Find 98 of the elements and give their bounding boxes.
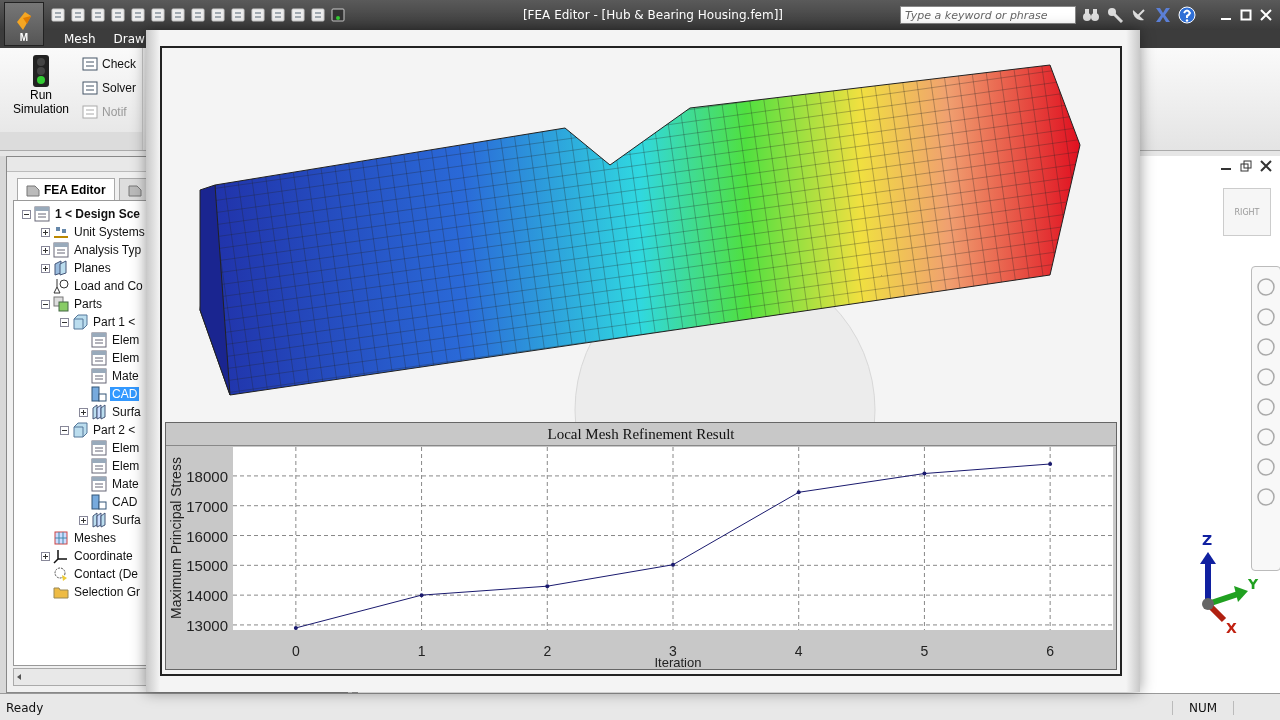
x-logo-icon[interactable] [1154, 7, 1172, 23]
panel-tab[interactable]: FEA Editor [17, 178, 115, 200]
data-point [293, 625, 298, 630]
folder-icon [53, 584, 69, 600]
data-point [796, 490, 801, 495]
axis-label: Y [1248, 576, 1259, 592]
x-tick-label: 2 [543, 643, 552, 659]
tree-item[interactable]: Elem [110, 441, 142, 455]
cad-icon [91, 494, 107, 510]
doc-icon [91, 332, 107, 348]
window-title: [FEA Editor - [Hub & Bearing Housing.fem]] [521, 8, 785, 22]
meshes-icon [53, 530, 69, 546]
tree-item[interactable]: Contact (De [72, 567, 141, 581]
x-tick-label: 1 [417, 643, 426, 659]
loads-icon [53, 278, 69, 294]
data-point [922, 471, 927, 476]
application-menu-button[interactable]: M [4, 2, 44, 46]
data-point [1048, 462, 1053, 466]
surfaces-icon [91, 404, 107, 420]
run-simulation-button[interactable]: Run Simulation [6, 52, 76, 128]
binoculars-icon[interactable] [1082, 7, 1100, 23]
satellite-dish-icon[interactable] [1130, 7, 1148, 23]
data-point [545, 584, 550, 589]
tree-item[interactable]: CAD [110, 495, 140, 509]
expand-toggle[interactable] [41, 245, 50, 255]
ribbon-button[interactable]: Check [82, 54, 136, 74]
tree-item[interactable]: Planes [72, 261, 113, 275]
tree-item[interactable]: Analysis Typ [72, 243, 144, 257]
coords-icon [53, 548, 69, 564]
tree-item[interactable]: Surfa [110, 513, 143, 527]
tree-item[interactable]: Coordinate [72, 549, 135, 563]
tree-item[interactable]: Mate [110, 369, 141, 383]
tree-item[interactable]: Elem [110, 351, 142, 365]
expand-toggle[interactable] [41, 551, 50, 561]
expand-toggle[interactable] [60, 425, 69, 435]
ribbon-tab[interactable]: Mesh [56, 30, 104, 48]
tree-item[interactable]: Part 1 < [91, 315, 138, 329]
chart-title: Local Mesh Refinement Result [166, 423, 1116, 446]
tab-icon [26, 182, 40, 197]
data-point [671, 562, 675, 567]
tree-item[interactable]: Part 2 < [91, 423, 138, 437]
contact-icon [53, 566, 69, 582]
tab-icon [127, 182, 142, 197]
y-tick-label: 14000 [186, 587, 228, 605]
tree-item[interactable]: Unit Systems [72, 225, 147, 239]
part-icon [72, 422, 88, 438]
maximize-icon[interactable] [1240, 9, 1252, 21]
tree-item[interactable]: Mate [110, 477, 141, 491]
expand-toggle[interactable] [79, 407, 88, 417]
search-field[interactable]: Type a keyword or phrase [900, 6, 1076, 24]
expand-toggle[interactable] [22, 209, 31, 219]
y-tick-label: 13000 [186, 616, 228, 634]
y-tick-label: 16000 [186, 527, 228, 545]
traffic-light-icon[interactable] [330, 7, 346, 23]
tree-item[interactable]: Meshes [72, 531, 119, 545]
x-tick-label: 6 [1046, 643, 1055, 659]
expand-toggle[interactable] [41, 263, 50, 273]
tree-item[interactable]: Surfa [110, 405, 143, 419]
tree-item[interactable]: Elem [110, 333, 142, 347]
doc-icon [91, 476, 107, 492]
x-tick-label: 4 [794, 643, 803, 659]
parts-icon [53, 296, 69, 312]
x-tick-label: 5 [920, 643, 929, 659]
tree-item[interactable]: Load and Co [72, 279, 145, 293]
doc-icon [91, 440, 107, 456]
close-icon[interactable] [1260, 160, 1272, 172]
key-icon[interactable] [1106, 7, 1124, 23]
axis-label: Z [1202, 532, 1213, 548]
tree-item[interactable]: Parts [72, 297, 104, 311]
expand-toggle[interactable] [41, 299, 50, 309]
doc-icon [91, 350, 107, 366]
y-tick-label: 18000 [186, 467, 228, 485]
doc-icon [91, 458, 107, 474]
restore-icon[interactable] [1240, 160, 1252, 172]
expand-toggle[interactable] [79, 515, 88, 525]
surfaces-icon [91, 512, 107, 528]
units-icon [53, 224, 69, 240]
expand-toggle[interactable] [60, 317, 69, 327]
tree-item[interactable]: Selection Gr [72, 585, 143, 599]
doc-icon [53, 242, 69, 258]
help-icon[interactable] [1178, 6, 1196, 24]
num-lock-indicator: NUM [1172, 701, 1234, 715]
cad-icon [91, 386, 107, 402]
part-icon [72, 314, 88, 330]
ribbon-button[interactable]: Solver [82, 78, 136, 98]
tree-item[interactable]: Elem [110, 459, 142, 473]
expand-toggle[interactable] [41, 227, 50, 237]
tree-item[interactable]: 1 < Design Sce [53, 207, 143, 221]
y-tick-label: 17000 [186, 497, 228, 515]
status-message: Ready [6, 701, 44, 715]
y-axis-label: Maximum Principal Stress [168, 457, 184, 619]
axis-label: X [1226, 620, 1237, 636]
y-tick-label: 15000 [186, 557, 228, 575]
x-tick-label: 0 [291, 643, 300, 659]
doc-icon [34, 206, 50, 222]
data-point [419, 593, 424, 598]
planes-icon [53, 260, 69, 276]
doc-icon [91, 368, 107, 384]
